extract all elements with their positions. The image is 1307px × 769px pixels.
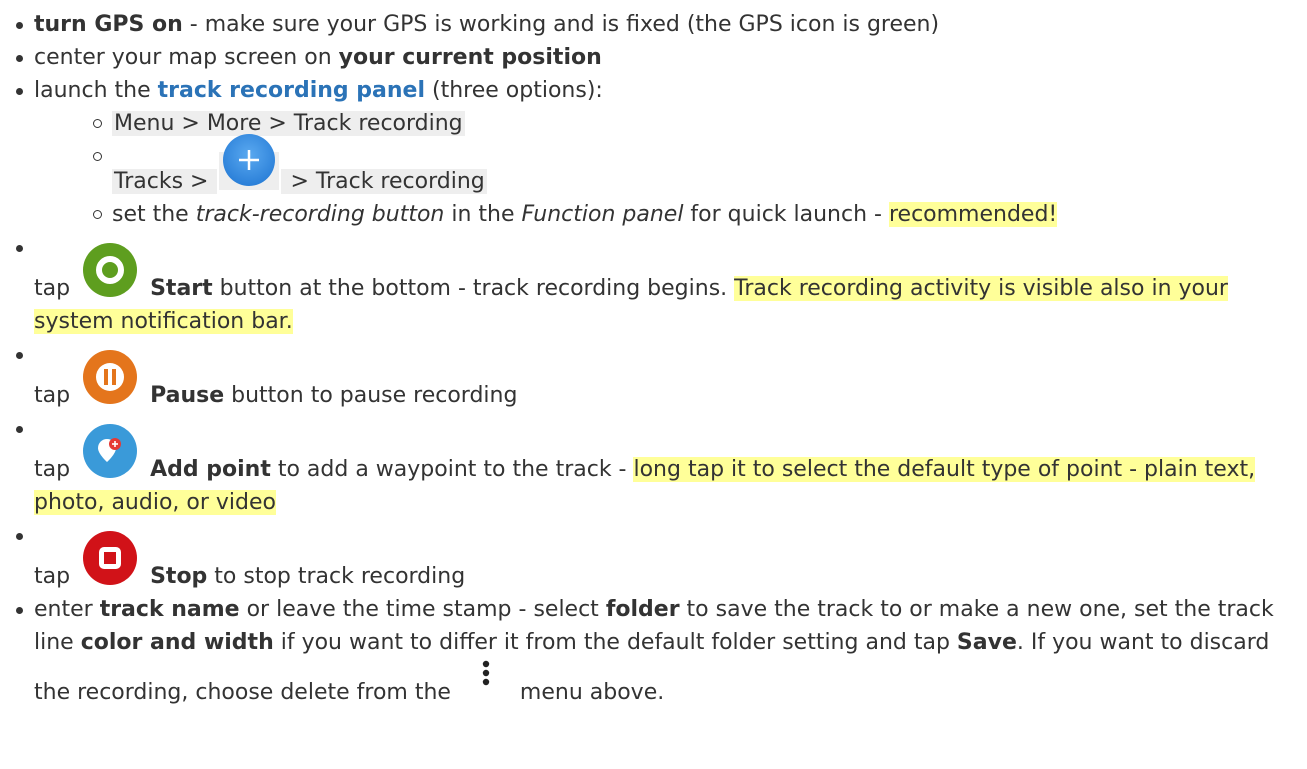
save-text-a: enter [34, 597, 100, 622]
recommended-highlight: recommended! [888, 202, 1058, 227]
stop-bold: Stop [150, 564, 208, 589]
center-bold: your current position [338, 45, 602, 70]
list-item-add-point: tap Add point to add a waypoint to the t… [12, 412, 1307, 519]
function-panel-text-a: set the [112, 202, 196, 227]
instruction-list: turn GPS on - make sure your GPS is work… [0, 0, 1307, 709]
document: turn GPS on - make sure your GPS is work… [0, 0, 1307, 769]
color-width-bold: color and width [80, 630, 274, 655]
launch-options-list: Menu > More > Track recording Tracks > >… [34, 107, 1307, 231]
stop-text: to stop track recording [207, 564, 466, 589]
track-recording-button-italic: track-recording button [195, 202, 445, 227]
save-bold: Save [956, 630, 1017, 655]
pause-tap-text: tap [34, 383, 71, 408]
more-vert-icon [466, 659, 506, 693]
list-item-start: tap Start button at the bottom - track r… [12, 231, 1307, 338]
add-point-tap-text: tap [34, 457, 71, 482]
pause-icon [81, 348, 139, 406]
launch-rest: (three options): [425, 78, 603, 103]
save-text-b: or leave the time stamp - select [239, 597, 606, 622]
menu-path: Menu > More > Track recording [112, 111, 465, 136]
gps-text: - make sure your GPS is working and is f… [182, 12, 940, 37]
stop-tap-text: tap [34, 564, 71, 589]
function-panel-text-c: for quick launch - [683, 202, 889, 227]
start-bold: Start [150, 276, 213, 301]
tracks-path-start: Tracks > [112, 169, 218, 194]
add-point-text: to add a waypoint to the track - [270, 457, 634, 482]
folder-bold: folder [605, 597, 680, 622]
pause-text: button to pause recording [224, 383, 518, 408]
list-item-gps: turn GPS on - make sure your GPS is work… [12, 8, 1307, 41]
track-recording-panel-link[interactable]: track recording panel [158, 78, 425, 103]
tracks-path-end: > Track recording [281, 169, 487, 194]
save-text-f: menu above. [519, 680, 665, 705]
launch-option-tracks: Tracks > > Track recording [92, 134, 1307, 198]
center-text: center your map screen on [34, 45, 339, 70]
launch-option-function-panel: set the track-recording button in the Fu… [92, 198, 1307, 231]
gps-bold: turn GPS on [34, 12, 183, 37]
plus-icon [219, 134, 280, 190]
track-name-bold: track name [99, 597, 240, 622]
launch-text: launch the [34, 78, 158, 103]
function-panel-text-b: in the [444, 202, 522, 227]
list-item-stop: tap Stop to stop track recording [12, 519, 1307, 593]
list-item-save: enter track name or leave the time stamp… [12, 593, 1307, 709]
add-point-icon [81, 422, 139, 480]
function-panel-italic: Function panel [521, 202, 684, 227]
list-item-launch: launch the track recording panel (three … [12, 74, 1307, 231]
start-icon [81, 241, 139, 299]
list-item-pause: tap Pause button to pause recording [12, 338, 1307, 412]
start-tap-text: tap [34, 276, 71, 301]
pause-bold: Pause [150, 383, 225, 408]
list-item-center: center your map screen on your current p… [12, 41, 1307, 74]
add-point-bold: Add point [150, 457, 271, 482]
start-text: button at the bottom - track recording b… [212, 276, 735, 301]
save-text-d: if you want to differ it from the defaul… [273, 630, 957, 655]
stop-icon [81, 529, 139, 587]
